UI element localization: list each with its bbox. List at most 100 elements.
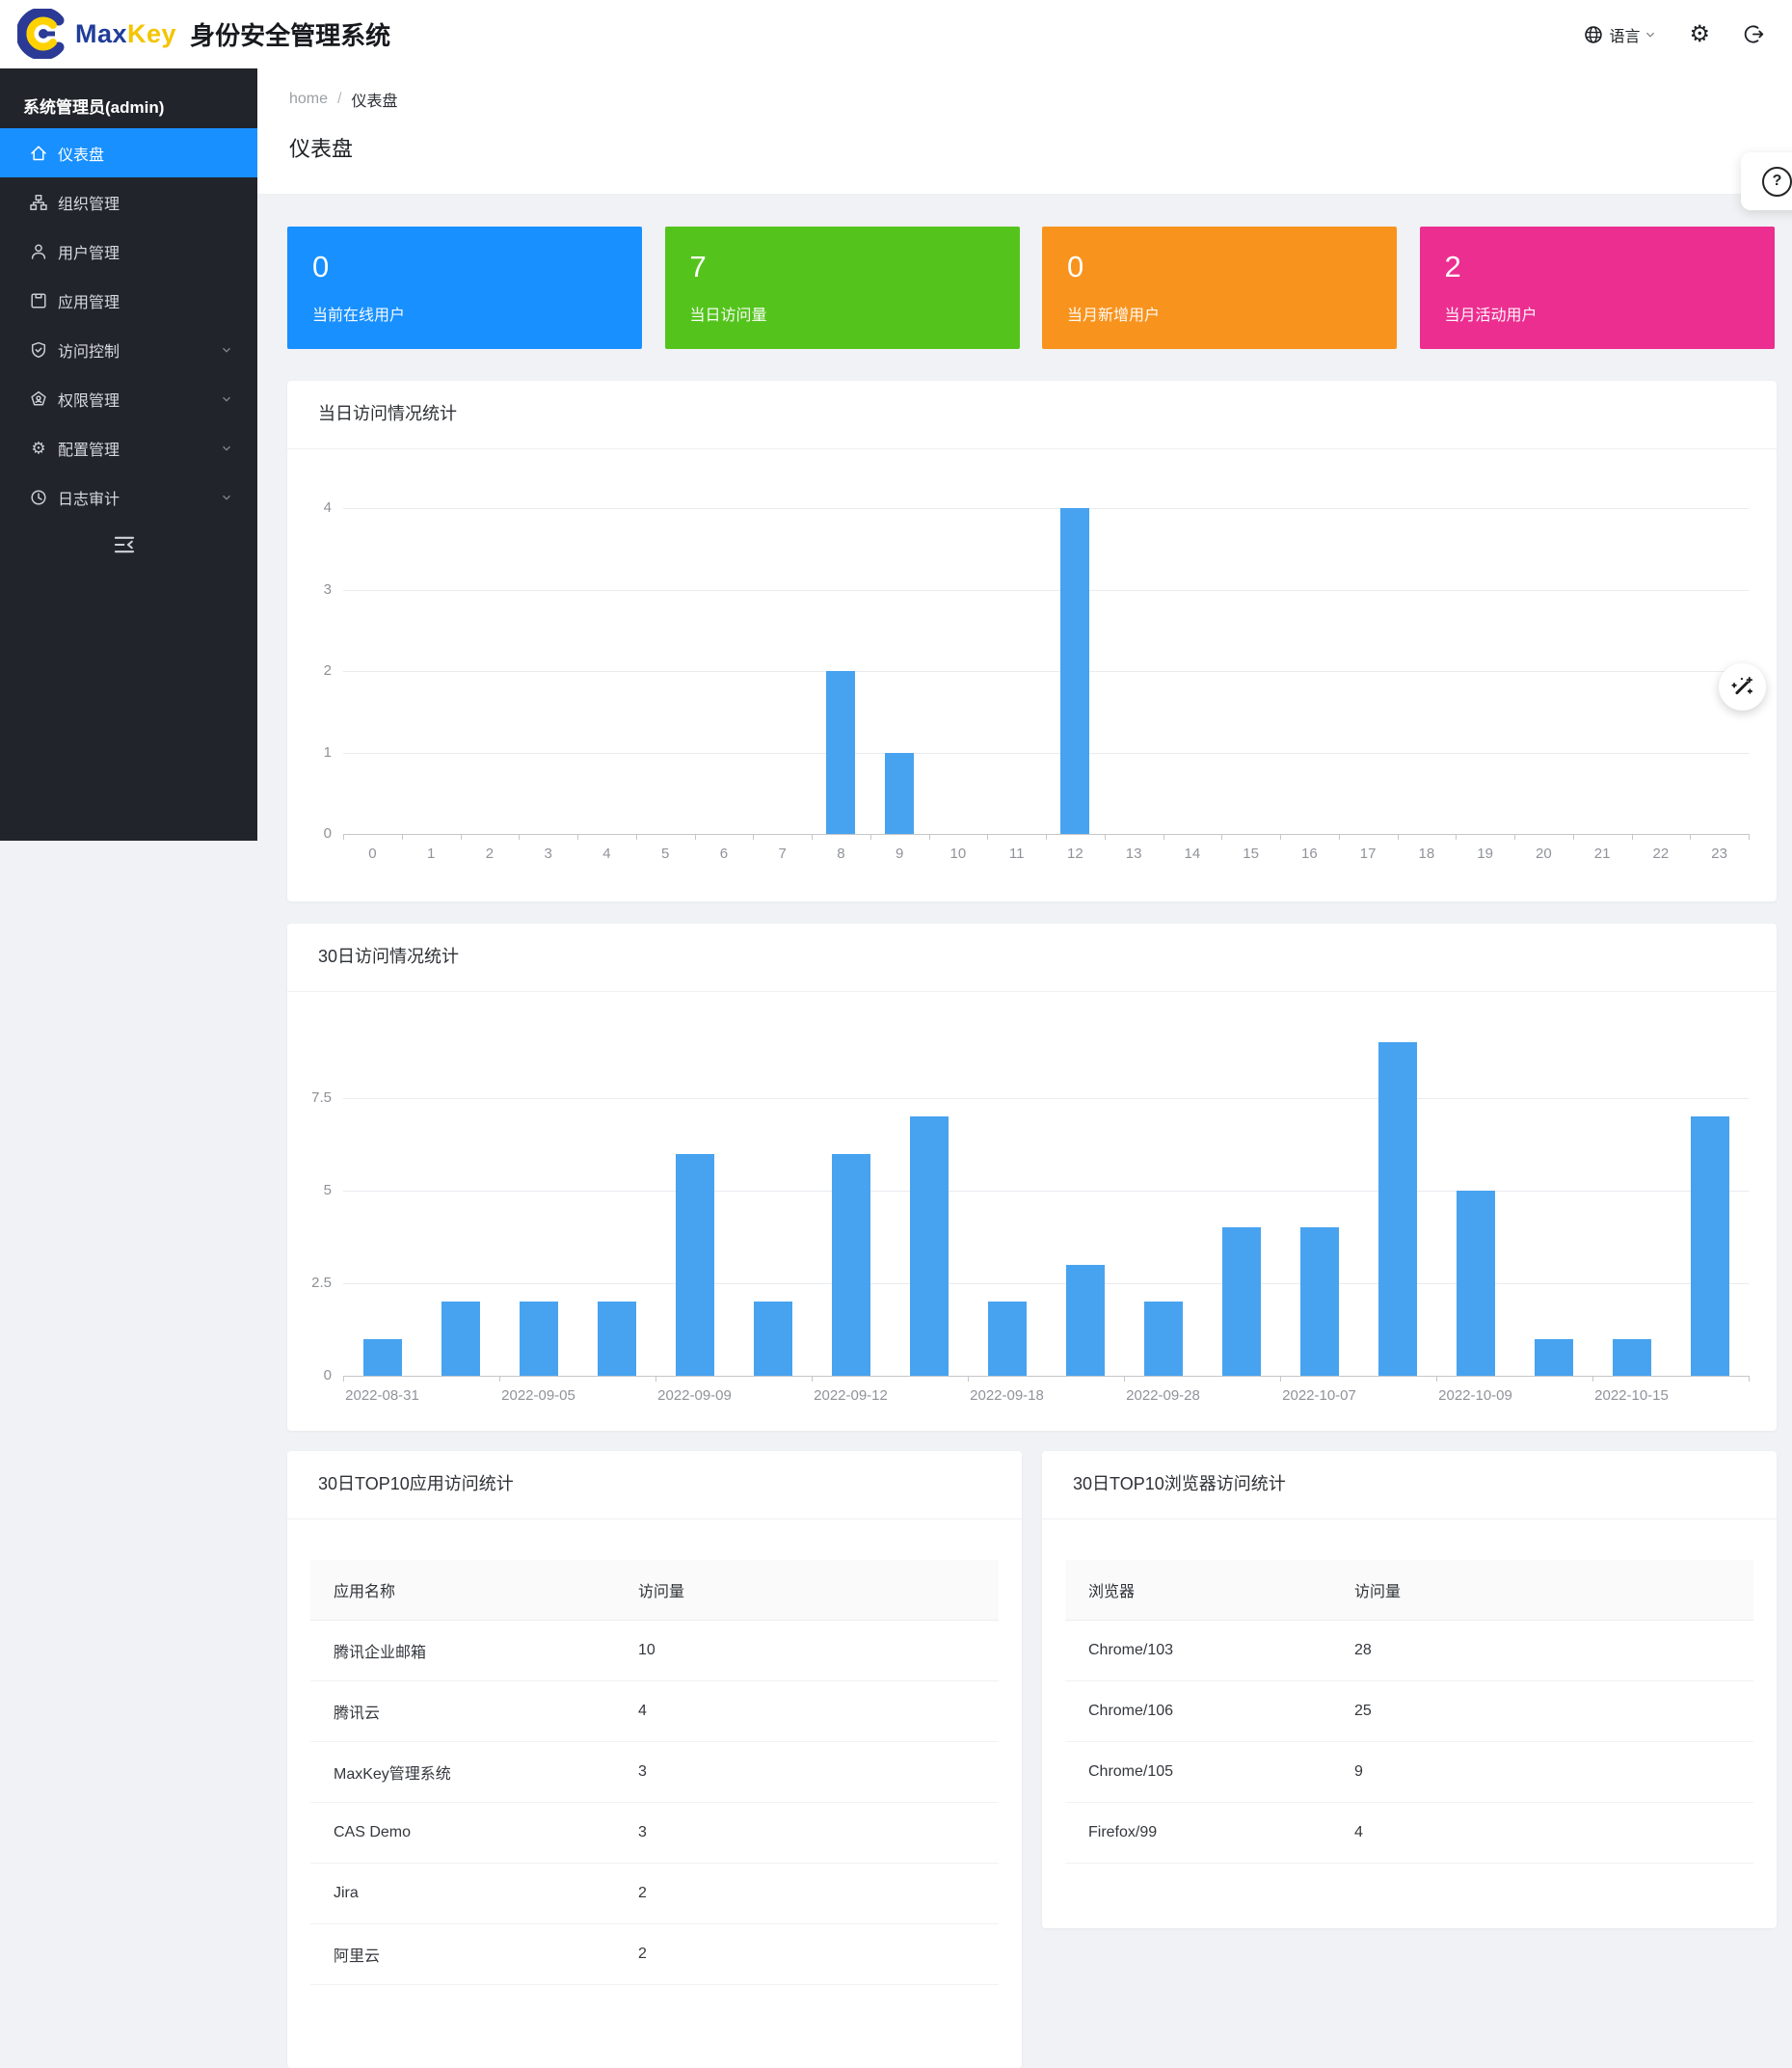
breadcrumb-home-link[interactable]: home: [289, 91, 328, 108]
daily-visits-chart[interactable]: 0123401234567891011121314151617181920212…: [287, 381, 1777, 901]
stat-value: 7: [690, 250, 707, 284]
bar: [520, 1302, 558, 1376]
x-axis-tick-label: 0: [368, 846, 376, 862]
x-axis-tick-label: 2022-10-15: [1594, 1387, 1669, 1404]
x-axis-tick-label: 1: [427, 846, 435, 862]
stat-label: 当前在线用户: [312, 302, 405, 325]
gridline: [343, 590, 1749, 591]
top-apps-table: 应用名称 访问量 腾讯企业邮箱 10 腾讯云 4 MaxKey管理系统 3 CA…: [310, 1560, 999, 1985]
chevron-down-icon: [220, 343, 233, 357]
x-axis-tick: [1046, 834, 1047, 840]
x-axis-tick-label: 12: [1067, 846, 1083, 862]
bar: [1378, 1042, 1417, 1376]
table-row: Chrome/106 25: [1065, 1681, 1753, 1742]
magic-wand-icon: [1729, 674, 1755, 700]
cell-value: 2: [638, 1946, 647, 1963]
chevron-down-icon: [1645, 29, 1656, 40]
x-axis-tick-label: 19: [1477, 846, 1493, 862]
sidebar-item-label: 配置管理: [58, 437, 120, 460]
x-axis-tick: [499, 1376, 500, 1382]
brand: MaxKey 身份安全管理系统: [17, 9, 390, 59]
x-axis-tick-label: 17: [1360, 846, 1377, 862]
stat-value: 0: [312, 250, 329, 284]
bar: [826, 671, 855, 834]
x-axis-tick: [1456, 834, 1457, 840]
sidebar-item-dashboard[interactable]: 仪表盘: [0, 128, 257, 177]
sidebar-item-audit[interactable]: 日志审计: [0, 472, 257, 522]
daily-visits-panel: 当日访问情况统计 0123401234567891011121314151617…: [287, 381, 1777, 901]
sidebar-item-label: 日志审计: [58, 486, 120, 509]
x-axis-tick: [1105, 834, 1106, 840]
bar: [754, 1302, 792, 1376]
x-axis-tick-label: 20: [1536, 846, 1552, 862]
magic-wand-button[interactable]: [1719, 663, 1766, 711]
sidebar-item-apps[interactable]: 应用管理: [0, 276, 257, 325]
gear-icon: ⚙: [1689, 23, 1710, 46]
user-icon: [29, 242, 48, 261]
cell-value: 4: [1354, 1824, 1363, 1841]
sidebar-item-access[interactable]: 访问控制: [0, 325, 257, 374]
sidebar-item-label: 权限管理: [58, 388, 120, 411]
sidebar-menu: 仪表盘 组织管理 用户管理 应用管理 访问控制 权限管理 ⚙ 配置管理 日志审计: [0, 128, 257, 522]
home-icon: [29, 144, 48, 163]
x-axis-tick-label: 2022-09-18: [970, 1387, 1044, 1404]
divider: [287, 1518, 1022, 1519]
sidebar-item-users[interactable]: 用户管理: [0, 227, 257, 276]
stat-card-new-users: 0 当月新增用户: [1042, 227, 1397, 349]
cell-name: Jira: [334, 1885, 359, 1902]
top-browsers-table: 浏览器 访问量 Chrome/103 28 Chrome/106 25 Chro…: [1065, 1560, 1753, 1864]
table-row: CAS Demo 3: [310, 1803, 999, 1864]
y-axis-tick-label: 0: [287, 825, 332, 842]
language-button[interactable]: 语言: [1583, 23, 1656, 46]
chevron-down-icon: [220, 392, 233, 406]
cell-value: 28: [1354, 1642, 1372, 1659]
sidebar-item-permissions[interactable]: 权限管理: [0, 374, 257, 423]
cell-value: 3: [638, 1824, 647, 1841]
bar: [1535, 1339, 1573, 1376]
bar: [1222, 1227, 1261, 1376]
cell-name: 腾讯企业邮箱: [334, 1639, 426, 1662]
cell-name: Chrome/106: [1088, 1703, 1173, 1720]
monthly-visits-panel: 30日访问情况统计 02.557.52022-08-312022-09-0520…: [287, 924, 1777, 1431]
x-axis-tick-label: 11: [1009, 846, 1025, 862]
gridline: [343, 1098, 1749, 1099]
stat-label: 当日访问量: [690, 302, 767, 325]
x-axis-tick: [870, 834, 871, 840]
logout-button[interactable]: [1743, 23, 1765, 45]
column-header: 应用名称: [334, 1578, 395, 1601]
sidebar-item-config[interactable]: ⚙ 配置管理: [0, 423, 257, 472]
table-row: Chrome/105 9: [1065, 1742, 1753, 1803]
app-header: MaxKey 身份安全管理系统 语言 ⚙: [0, 0, 1792, 68]
stat-value: 2: [1445, 250, 1461, 284]
settings-button[interactable]: ⚙: [1689, 23, 1710, 46]
sidebar-item-org[interactable]: 组织管理: [0, 177, 257, 227]
sidebar: 系统管理员(admin) 仪表盘 组织管理 用户管理 应用管理 访问控制 权限管…: [0, 68, 257, 841]
x-axis-tick: [812, 834, 813, 840]
bar: [363, 1339, 402, 1376]
gridline: [343, 508, 1749, 509]
cell-name: MaxKey管理系统: [334, 1760, 451, 1784]
bar: [1691, 1116, 1729, 1376]
bar: [676, 1154, 714, 1376]
x-axis-tick-label: 16: [1301, 846, 1318, 862]
org-icon: [29, 193, 48, 212]
question-mark-icon: ?: [1762, 167, 1792, 197]
x-axis-tick: [1398, 834, 1399, 840]
bar: [885, 753, 914, 835]
help-button[interactable]: ?: [1741, 152, 1792, 210]
divider: [1042, 1518, 1777, 1519]
x-axis-tick-label: 2022-09-09: [657, 1387, 732, 1404]
bar: [1060, 508, 1089, 834]
x-axis-tick: [1280, 834, 1281, 840]
menu-fold-icon[interactable]: [112, 532, 137, 557]
x-axis-tick: [1749, 1376, 1750, 1382]
x-axis-tick: [636, 834, 637, 840]
x-axis-tick: [1163, 834, 1164, 840]
page-title: 仪表盘: [289, 132, 353, 163]
x-axis-tick: [1573, 834, 1574, 840]
x-axis-tick-label: 3: [544, 846, 551, 862]
x-axis-tick: [402, 834, 403, 840]
monthly-visits-chart[interactable]: 02.557.52022-08-312022-09-052022-09-0920…: [287, 924, 1777, 1431]
cell-value: 9: [1354, 1763, 1363, 1781]
cell-name: 腾讯云: [334, 1700, 380, 1723]
